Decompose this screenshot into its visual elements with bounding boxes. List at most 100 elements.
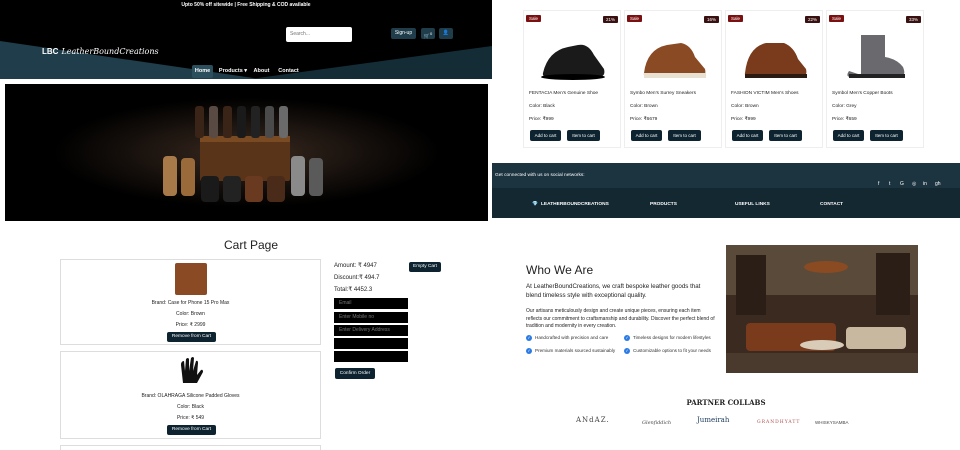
product-price: Price: ₹6679 <box>630 117 658 122</box>
extra-field-2[interactable] <box>334 351 408 362</box>
sale-badge: Sale <box>728 15 744 22</box>
email-field[interactable] <box>334 298 408 309</box>
product-color: Color: Brown <box>731 104 759 109</box>
hero-banner <box>5 84 488 221</box>
mobile-field[interactable] <box>334 312 408 323</box>
check-icon: ✓ <box>526 348 532 354</box>
confirm-order-button[interactable]: Confirm Order <box>335 368 375 379</box>
logo-text: LeatherBoundCreations <box>61 47 159 56</box>
cart-item-brand: Brand: OLAHRAGA Silicone Padded Gloves <box>141 393 240 399</box>
promo-bar: Upto 50% off sitewide | Free Shipping & … <box>0 0 492 11</box>
product-card[interactable]: Sale 16% Symbo Men's Surrey Sneakers Col… <box>624 10 722 148</box>
partner-logo-grandhyatt: GRANDHYATT <box>757 420 801 425</box>
check-icon: ✓ <box>526 335 532 341</box>
remove-from-cart-button[interactable]: Remove from Cart <box>167 425 216 435</box>
sale-badge: Sale <box>627 15 643 22</box>
product-card[interactable]: Sale 33% Symbol Men's Copper Boots Color… <box>826 10 924 148</box>
check-icon: ✓ <box>624 335 630 341</box>
footer-columns: 💎 LEATHERBOUNDCREATIONS PRODUCTS USEFUL … <box>492 188 960 218</box>
about-lead: At LeatherBoundCreations, we craft bespo… <box>526 283 701 300</box>
product-color: Color: Black <box>529 104 555 109</box>
nav-contact[interactable]: Contact <box>276 65 301 78</box>
cart-item-price: Price: ₹ 2999 <box>175 322 206 328</box>
footer-col-useful-links: USEFUL LINKS <box>735 202 770 207</box>
cart-page-section: Cart Page Brand: Case for Phone 15 Pro M… <box>0 230 492 450</box>
product-price: Price: ₹659 <box>832 117 857 122</box>
product-name: FASHION VICTIM Men's Shoes <box>731 91 799 96</box>
cart-item <box>60 445 321 450</box>
product-card[interactable]: Sale 21% FENTACIA Men's Genuine Shoe Col… <box>523 10 621 148</box>
item-to-cart-button[interactable]: Item to cart <box>567 130 600 141</box>
user-button[interactable]: 👤 <box>439 28 453 39</box>
about-interior-image <box>726 245 918 373</box>
search-input[interactable] <box>286 27 352 42</box>
product-price: Price: ₹999 <box>731 117 756 122</box>
about-body: Our artisans meticulously design and cre… <box>526 308 715 329</box>
product-image <box>744 43 807 78</box>
add-to-cart-button[interactable]: Add to cart <box>833 130 864 141</box>
discount-badge: 33% <box>905 16 921 23</box>
product-color: Color: Grey <box>832 104 857 109</box>
add-to-cart-button[interactable]: Add to cart <box>631 130 662 141</box>
product-name: Symbo Men's Surrey Sneakers <box>630 91 696 96</box>
item-to-cart-button[interactable]: Item to cart <box>870 130 903 141</box>
partner-logo-jumeirah: Jumeirah <box>697 416 730 424</box>
cart-item: Brand: OLAHRAGA Silicone Padded Gloves C… <box>60 351 321 439</box>
product-name: Symbol Men's Copper Boots <box>832 91 893 96</box>
product-image <box>643 43 706 78</box>
nav-products[interactable]: Products ▾ <box>217 65 249 78</box>
item-to-cart-button[interactable]: Item to cart <box>769 130 802 141</box>
sale-badge: Sale <box>829 15 845 22</box>
product-image <box>847 35 905 78</box>
site-header-section: Upto 50% off sitewide | Free Shipping & … <box>0 0 492 225</box>
feature-text: Handcrafted with precision and care <box>535 335 609 341</box>
products-section: Sale 21% FENTACIA Men's Genuine Shoe Col… <box>492 0 960 225</box>
feature-item: ✓ Timeless designs for modern lifestyles <box>624 335 711 341</box>
footer-col-contact: CONTACT <box>820 202 844 207</box>
add-to-cart-button[interactable]: Add to cart <box>732 130 763 141</box>
user-icon: 👤 <box>442 30 450 36</box>
item-to-cart-button[interactable]: Item to cart <box>668 130 701 141</box>
check-icon: ✓ <box>624 348 630 354</box>
delivery-address-field[interactable] <box>334 325 408 336</box>
feature-item: ✓ Customizable options to fit your needs <box>624 348 711 354</box>
header: LBCLeatherBoundCreations Sign-up 🛒0 👤 Ho… <box>0 11 492 79</box>
discount-badge: 22% <box>804 16 820 23</box>
footer-col-products: PRODUCTS <box>650 202 677 207</box>
remove-from-cart-button[interactable]: Remove from Cart <box>167 332 216 342</box>
cart-count: 0 <box>430 31 433 36</box>
cart-item-brand: Brand: Case for Phone 15 Pro Max <box>151 300 230 306</box>
about-title: Who We Are <box>526 263 594 277</box>
feature-text: Premium materials sourced sustainably <box>535 348 616 354</box>
sale-badge: Sale <box>526 15 542 22</box>
cart-item: Brand: Case for Phone 15 Pro Max Color: … <box>60 259 321 345</box>
cart-total: Total:₹ 4452.3 <box>334 287 373 293</box>
discount-badge: 21% <box>602 16 618 23</box>
empty-cart-button[interactable]: Empty Cart <box>409 262 441 272</box>
extra-field-1[interactable] <box>334 338 408 349</box>
product-name: FENTACIA Men's Genuine Shoe <box>529 91 599 96</box>
nav-about[interactable]: About <box>252 65 271 78</box>
site-logo[interactable]: LBC LeatherBoundCreations <box>42 47 159 56</box>
product-price: Price: ₹999 <box>529 117 554 122</box>
cart-item-image <box>175 263 207 295</box>
footer-col-brand: LEATHERBOUNDCREATIONS <box>541 202 609 207</box>
product-card[interactable]: Sale 22% FASHION VICTIM Men's Shoes Colo… <box>725 10 823 148</box>
product-image <box>541 44 605 80</box>
cart-item-price: Price: ₹ 549 <box>176 415 205 421</box>
nav-home[interactable]: Home <box>192 65 213 78</box>
cart-item-color: Color: Black <box>177 404 204 410</box>
product-color: Color: Brown <box>630 104 658 109</box>
signup-button[interactable]: Sign-up <box>391 28 416 39</box>
discount-badge: 16% <box>703 16 719 23</box>
feature-item: ✓ Handcrafted with precision and care <box>526 335 608 341</box>
cart-item-color: Color: Brown <box>176 311 205 317</box>
social-text: Get connected with us on social networks… <box>495 173 585 178</box>
cart-item-image <box>181 357 203 383</box>
footer-social-bar: Get connected with us on social networks… <box>492 163 960 188</box>
about-section: Who We Are At LeatherBoundCreations, we … <box>492 230 960 450</box>
add-to-cart-button[interactable]: Add to cart <box>530 130 561 141</box>
feature-item: ✓ Premium materials sourced sustainably <box>526 348 615 354</box>
logo-mark: LBC <box>42 47 59 56</box>
cart-button[interactable]: 🛒0 <box>421 28 435 40</box>
